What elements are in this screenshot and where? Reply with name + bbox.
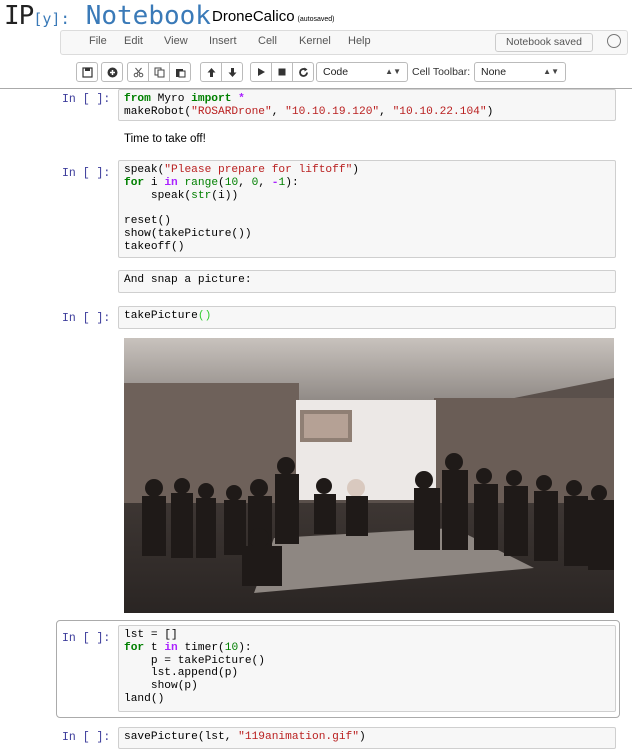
logo-colon: :	[60, 9, 71, 28]
code-line: lst.append(p)	[124, 667, 239, 680]
code-line-blank: ​	[124, 202, 610, 215]
cell-type-value: Code	[323, 66, 349, 78]
stop-icon[interactable]	[271, 62, 293, 82]
logo-notebook: Notebook	[85, 1, 211, 31]
code-line: for t in timer(10):	[124, 641, 252, 654]
code-line: speak("Please prepare for liftoff")	[124, 164, 359, 176]
run-icon[interactable]	[250, 62, 272, 82]
code-cell-input[interactable]: speak("Please prepare for liftoff") for …	[118, 160, 616, 258]
move-up-icon[interactable]	[200, 62, 222, 82]
code-line: show(p)	[124, 680, 198, 693]
cell-prompt: In [ ]:	[62, 731, 111, 744]
notebook-saved-status: Notebook saved	[495, 33, 593, 52]
cell-prompt: In [ ]:	[62, 312, 111, 325]
code-line: show(takePicture())	[124, 227, 252, 240]
output-photo	[124, 338, 614, 613]
menu-edit[interactable]: Edit	[124, 35, 143, 47]
logo-y: [y]	[33, 10, 61, 28]
restart-icon[interactable]	[292, 62, 314, 82]
menu-kernel[interactable]: Kernel	[299, 35, 331, 47]
cell-toolbar-label: Cell Toolbar:	[412, 66, 471, 78]
menubar: File Edit View Insert Cell Kernel Help N…	[60, 30, 628, 55]
cell-toolbar-select[interactable]: None ▲▼	[474, 62, 566, 82]
menu-cell[interactable]: Cell	[258, 35, 277, 47]
code-line: for i in range(10, 0, -1):	[124, 176, 299, 189]
code-cell-input[interactable]: lst = [] for t in timer(10): p = takePic…	[118, 625, 616, 712]
code-line: takePicture()	[124, 310, 212, 322]
cell-toolbar-value: None	[481, 66, 507, 78]
copy-icon[interactable]	[148, 62, 170, 82]
code-line: p = takePicture()	[124, 654, 265, 667]
autosave-status: (autosaved)	[297, 16, 335, 23]
cell-type-select[interactable]: Code ▲▼	[316, 62, 408, 82]
code-line: And snap a picture:	[124, 274, 252, 286]
cell-prompt: In [ ]:	[62, 93, 111, 106]
paste-icon[interactable]	[169, 62, 191, 82]
markdown-cell-input[interactable]: And snap a picture:	[118, 270, 616, 293]
menu-file[interactable]: File	[89, 35, 107, 47]
kernel-idle-icon	[607, 34, 621, 48]
menu-insert[interactable]: Insert	[209, 35, 237, 47]
save-icon[interactable]	[76, 62, 98, 82]
logo-ip: IP	[4, 1, 34, 31]
menu-help[interactable]: Help	[348, 35, 371, 47]
code-cell-input[interactable]: savePicture(lst, "119animation.gif")	[118, 727, 616, 749]
cut-icon[interactable]	[127, 62, 149, 82]
select-arrows-icon: ▲▼	[385, 67, 401, 76]
code-line: takeoff()	[124, 240, 185, 253]
cell-prompt: In [ ]:	[62, 167, 111, 180]
code-line: lst = []	[124, 629, 178, 641]
code-line: from Myro import *	[124, 93, 245, 105]
code-cell-input[interactable]: takePicture()	[118, 306, 616, 329]
cell-prompt: In [ ]:	[62, 632, 111, 645]
toolbar: Code ▲▼ Cell Toolbar: None ▲▼	[0, 60, 632, 86]
code-line: makeRobot("ROSARDrone", "10.10.19.120", …	[124, 105, 494, 118]
menu-view[interactable]: View	[164, 35, 188, 47]
insert-cell-below-icon[interactable]	[101, 62, 123, 82]
code-cell-input[interactable]: from Myro import * makeRobot("ROSARDrone…	[118, 89, 616, 121]
markdown-text[interactable]: Time to take off!	[124, 133, 206, 145]
notebook-name[interactable]: DroneCalico (autosaved)	[212, 8, 335, 25]
code-line: speak(str(i))	[124, 189, 239, 202]
select-arrows-icon: ▲▼	[543, 67, 559, 76]
move-down-icon[interactable]	[221, 62, 243, 82]
code-line: reset()	[124, 215, 171, 228]
code-line: land()	[124, 692, 165, 705]
notebook-title[interactable]: DroneCalico	[212, 8, 295, 25]
header: IP[y]: Notebook DroneCalico (autosaved)	[0, 0, 632, 31]
